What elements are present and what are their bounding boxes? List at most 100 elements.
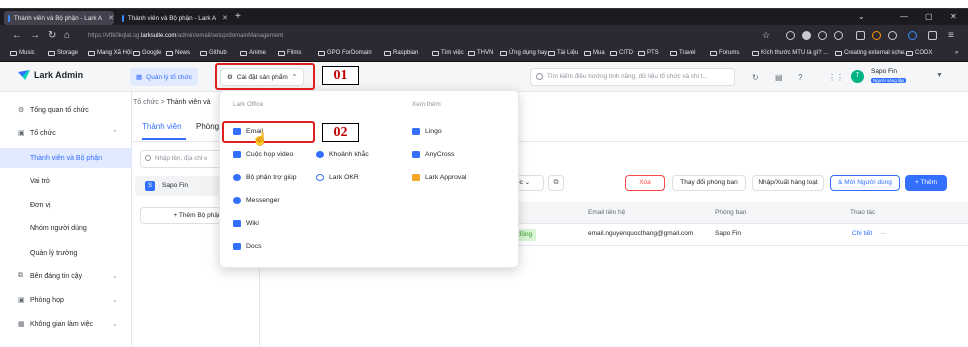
minimize-button[interactable]: — — [900, 12, 908, 21]
home-icon[interactable]: ⌂ — [64, 30, 70, 41]
document-icon[interactable]: ▤ — [775, 73, 783, 82]
app-grid-icon[interactable]: ⋮⋮ — [828, 73, 844, 82]
bookmark-star-icon[interactable]: ☆ — [762, 30, 770, 41]
reload-icon[interactable]: ↻ — [48, 30, 56, 41]
bookmarks-overflow-button[interactable]: » — [955, 50, 958, 56]
org-manage-button[interactable]: ▦ Quản lý tổ chức — [130, 68, 199, 86]
bookmark-item[interactable]: Forums — [710, 50, 739, 56]
folder-icon — [638, 50, 645, 56]
avatar[interactable]: T — [851, 70, 864, 83]
section-lark-office: Lark Office — [233, 101, 264, 108]
close-tab-icon[interactable]: ✕ — [222, 14, 228, 22]
browser-tab[interactable]: Thành viên và Bộ phận - Lark A ✕ — [118, 11, 228, 25]
bookmark-item[interactable]: Google — [133, 50, 161, 56]
menu-item-messenger[interactable]: Messenger — [233, 197, 280, 204]
bookmark-item[interactable]: PTS — [638, 50, 659, 56]
bookmark-item[interactable]: Films — [278, 50, 301, 56]
bookmark-item[interactable]: Creating external sche... — [835, 50, 909, 56]
address-field[interactable]: https://vftk0kqlat.sg.larksuite.com/admi… — [88, 30, 748, 42]
bookmark-item[interactable]: THVN — [468, 50, 493, 56]
delete-button[interactable]: Xóa — [625, 175, 665, 191]
extension-icon[interactable] — [834, 31, 843, 40]
folder-icon — [318, 50, 325, 56]
refresh-icon[interactable]: ↻ — [752, 73, 759, 82]
bookmark-item[interactable]: Mang Xã Hội — [88, 50, 132, 56]
sidebar-item-user-groups[interactable]: Nhóm người dùng — [0, 218, 132, 238]
tab-list-icon[interactable]: ⌄ — [858, 12, 865, 21]
menu-item-okr[interactable]: Lark OKR — [316, 174, 359, 181]
back-arrow-icon[interactable]: ← — [12, 30, 22, 41]
menu-item-approval[interactable]: Lark Approval — [412, 174, 467, 181]
extension-icon[interactable] — [856, 31, 865, 40]
bookmark-item[interactable]: Music — [10, 50, 35, 56]
add-member-button[interactable]: + Thêm — [905, 175, 947, 191]
bookmark-item[interactable]: News — [166, 50, 190, 56]
browser-tab-active[interactable]: Thành viên và Bộ phận - Lark A ✕ — [4, 11, 114, 25]
menu-item-video-meeting[interactable]: Cuộc họp video — [233, 151, 293, 158]
folder-icon — [710, 50, 717, 56]
details-link[interactable]: Chi tiết — [852, 230, 872, 237]
new-tab-button[interactable]: + — [235, 11, 241, 22]
bookmark-item[interactable]: CODX — [906, 50, 932, 56]
messenger-icon — [233, 197, 241, 204]
extension-icon[interactable] — [872, 31, 881, 40]
sidebar-item-organization[interactable]: ▣ Tổ chức ⌃ — [0, 123, 132, 143]
extension-icon[interactable] — [908, 31, 917, 40]
bookmark-item[interactable]: Anime — [240, 50, 266, 56]
extensions-puzzle-icon[interactable] — [928, 31, 937, 40]
bookmark-item[interactable]: Kích thước MTU là gì? ... — [752, 50, 828, 56]
menu-icon[interactable]: ≡ — [948, 30, 954, 41]
menu-item-helpdesk[interactable]: Bộ phận trợ giúp — [233, 174, 297, 181]
sidebar-item-trusted-parties[interactable]: ⧉ Bên đáng tin cậy ⌄ — [0, 266, 132, 286]
close-window-button[interactable]: ✕ — [950, 12, 957, 21]
pocket-icon[interactable] — [786, 31, 795, 40]
bookmark-item[interactable]: Raspbian — [384, 50, 418, 56]
sidebar-item-units[interactable]: Đơn vị — [0, 195, 132, 215]
sidebar-item-overview[interactable]: ⚙ Tổng quan tổ chức — [0, 100, 132, 120]
sidebar-item-meeting-rooms[interactable]: ▣ Phòng họp ⌄ — [0, 290, 132, 310]
org-name: Sapo Fin — [162, 182, 189, 189]
import-export-button[interactable]: Nhập/Xuất hàng loạt — [752, 175, 824, 191]
bookmark-item[interactable]: Ứng dụng hay — [500, 50, 547, 56]
tab-departments[interactable]: Phòng — [196, 122, 219, 131]
lark-admin-logo[interactable]: Lark Admin — [18, 70, 83, 80]
sidebar-item-fields[interactable]: Quản lý trường — [0, 243, 132, 263]
search-input[interactable]: Tìm kiếm điều hướng tính năng, dữ liệu t… — [530, 68, 735, 86]
menu-item-anycross[interactable]: AnyCross — [412, 151, 454, 158]
menu-item-moments[interactable]: Khoảnh khắc — [316, 151, 369, 158]
menu-item-wiki[interactable]: Wiki — [233, 220, 259, 227]
menu-item-lingo[interactable]: Lingo — [412, 128, 442, 135]
more-actions-icon[interactable]: ··· — [880, 230, 887, 237]
bookmark-item[interactable]: CITD — [610, 50, 633, 56]
folder-icon — [548, 50, 555, 56]
bookmark-item[interactable]: Github — [200, 50, 227, 56]
sidebar-item-members-departments[interactable]: Thành viên và Bộ phận — [0, 148, 132, 168]
extension-icon[interactable] — [888, 31, 897, 40]
tab-members[interactable]: Thành viên — [142, 122, 182, 131]
highlight-box-step2 — [222, 121, 315, 143]
sidebar-item-workspaces[interactable]: ▦ Không gian làm việc ⌄ — [0, 314, 132, 334]
bookmark-item[interactable]: Travel — [670, 50, 695, 56]
forward-arrow-icon[interactable]: → — [30, 30, 40, 41]
chevron-down-icon[interactable]: ▼ — [936, 72, 943, 79]
sidebar-item-roles[interactable]: Vai trò — [0, 171, 132, 191]
bookmark-item[interactable]: Storage — [48, 50, 78, 56]
bookmark-item[interactable]: Tài Liệu — [548, 50, 578, 56]
change-department-button[interactable]: Thay đổi phòng ban — [672, 175, 746, 191]
workspace-icon: ▦ — [18, 321, 25, 328]
bookmark-item[interactable]: Mua — [584, 50, 605, 56]
maximize-button[interactable]: ▢ — [925, 12, 933, 21]
bookmark-item[interactable]: GPO ForDomain — [318, 50, 372, 56]
help-icon[interactable]: ? — [798, 73, 802, 82]
folder-icon — [278, 50, 285, 56]
bookmark-item[interactable]: Tìm việc — [432, 50, 464, 56]
column-settings-icon[interactable]: ⧉ — [548, 175, 564, 191]
extension-icon[interactable] — [818, 31, 827, 40]
user-name: Sapo Fin — [871, 68, 898, 75]
menu-item-docs[interactable]: Docs — [233, 243, 262, 250]
hand-cursor-icon: ☝ — [252, 131, 269, 146]
invite-users-button[interactable]: & Mời Người dùng — [830, 175, 900, 191]
account-icon[interactable] — [802, 31, 811, 40]
chevron-down-icon: ⌄ — [112, 321, 118, 328]
close-tab-icon[interactable]: ✕ — [108, 14, 114, 22]
